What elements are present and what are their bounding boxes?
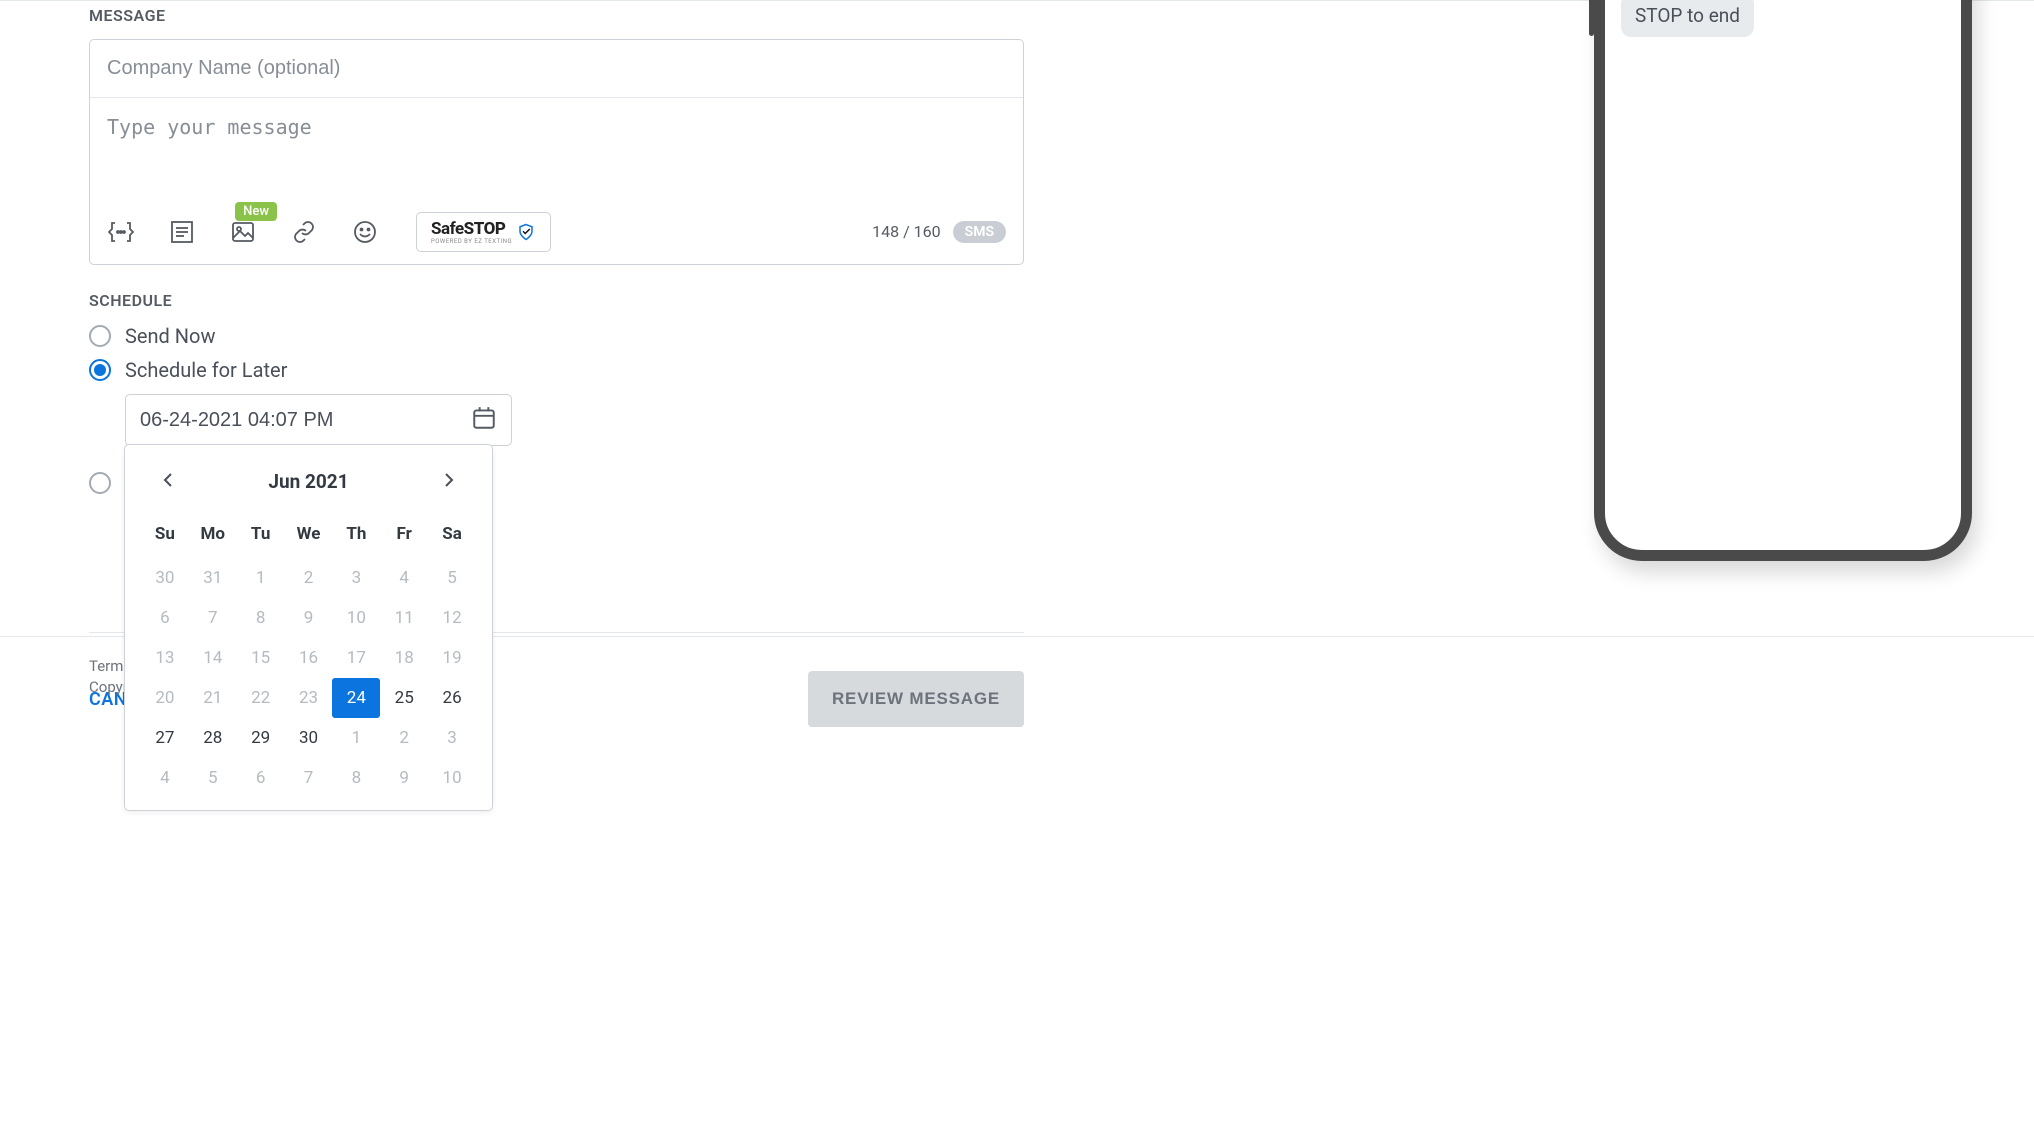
calendar-day[interactable]: 4 bbox=[141, 758, 189, 798]
calendar-day[interactable]: 23 bbox=[285, 678, 333, 718]
radio-send-now[interactable]: Send Now bbox=[89, 324, 1025, 348]
calendar-dow: Sa bbox=[428, 514, 476, 558]
calendar-day[interactable]: 15 bbox=[237, 638, 285, 678]
sms-type-pill: SMS bbox=[953, 221, 1006, 243]
calendar-day[interactable]: 20 bbox=[141, 678, 189, 718]
calendar-day[interactable]: 7 bbox=[189, 598, 237, 638]
calendar-day[interactable]: 29 bbox=[237, 718, 285, 758]
calendar-dow: Fr bbox=[380, 514, 428, 558]
calendar-day[interactable]: 13 bbox=[141, 638, 189, 678]
calendar-dow: Mo bbox=[189, 514, 237, 558]
calendar-day[interactable]: 16 bbox=[285, 638, 333, 678]
calendar-day[interactable]: 21 bbox=[189, 678, 237, 718]
calendar-day[interactable]: 10 bbox=[332, 598, 380, 638]
calendar-day[interactable]: 11 bbox=[380, 598, 428, 638]
calendar-dow: Su bbox=[141, 514, 189, 558]
radio-icon bbox=[89, 472, 111, 494]
calendar-day[interactable]: 8 bbox=[237, 598, 285, 638]
calendar-day[interactable]: 18 bbox=[380, 638, 428, 678]
message-editor: New SafeSTOP POWERED BY EZ TEXTING 148 /… bbox=[89, 39, 1024, 265]
calendar-day[interactable]: 24 bbox=[332, 678, 380, 718]
chevron-left-icon bbox=[163, 473, 173, 487]
calendar-dow: Tu bbox=[237, 514, 285, 558]
calendar-prev-month[interactable] bbox=[159, 467, 177, 496]
radio-icon bbox=[89, 325, 111, 347]
safestop-brand-2: STOP bbox=[464, 219, 506, 239]
calendar-day[interactable]: 30 bbox=[285, 718, 333, 758]
shield-check-icon bbox=[516, 223, 536, 241]
radio-schedule-later-label: Schedule for Later bbox=[125, 358, 287, 382]
schedule-datetime-field[interactable] bbox=[125, 394, 512, 446]
phone-mockup: STOP to end bbox=[1594, 0, 1972, 561]
calendar-day[interactable]: 7 bbox=[285, 758, 333, 798]
emoji-icon[interactable] bbox=[351, 218, 379, 246]
calendar-day[interactable]: 5 bbox=[428, 558, 476, 598]
new-badge: New bbox=[235, 202, 277, 221]
calendar-day[interactable]: 27 bbox=[141, 718, 189, 758]
link-icon[interactable] bbox=[290, 218, 318, 246]
calendar-day[interactable]: 6 bbox=[141, 598, 189, 638]
calendar-day[interactable]: 30 bbox=[141, 558, 189, 598]
calendar-day[interactable]: 22 bbox=[237, 678, 285, 718]
message-body-input[interactable] bbox=[90, 98, 1023, 208]
calendar-day[interactable]: 4 bbox=[380, 558, 428, 598]
safestop-powered-text: POWERED BY EZ TEXTING bbox=[431, 239, 512, 245]
calendar-day[interactable]: 8 bbox=[332, 758, 380, 798]
merge-field-icon[interactable] bbox=[107, 218, 135, 246]
template-icon[interactable] bbox=[168, 218, 196, 246]
review-message-button[interactable]: REVIEW MESSAGE bbox=[808, 671, 1024, 727]
date-picker-popover: Jun 2021 SuMoTuWeThFrSa30311234567891011… bbox=[124, 444, 493, 811]
message-toolbar: New SafeSTOP POWERED BY EZ TEXTING 148 /… bbox=[90, 212, 1023, 264]
calendar-day[interactable]: 28 bbox=[189, 718, 237, 758]
phone-preview-wrap: STOP to end bbox=[1532, 0, 2034, 561]
calendar-day[interactable]: 2 bbox=[380, 718, 428, 758]
calendar-day[interactable]: 19 bbox=[428, 638, 476, 678]
calendar-day[interactable]: 6 bbox=[237, 758, 285, 798]
company-name-input[interactable] bbox=[90, 40, 1023, 98]
radio-send-now-label: Send Now bbox=[125, 324, 215, 348]
schedule-section-label: SCHEDULE bbox=[89, 291, 1025, 310]
calendar-month-title: Jun 2021 bbox=[268, 470, 348, 493]
calendar-day[interactable]: 12 bbox=[428, 598, 476, 638]
calendar-next-month[interactable] bbox=[440, 467, 458, 496]
image-icon[interactable]: New bbox=[229, 218, 257, 246]
schedule-datetime-input[interactable] bbox=[140, 409, 471, 432]
calendar-day[interactable]: 25 bbox=[380, 678, 428, 718]
calendar-day[interactable]: 9 bbox=[285, 598, 333, 638]
calendar-day[interactable]: 1 bbox=[237, 558, 285, 598]
calendar-day[interactable]: 3 bbox=[428, 718, 476, 758]
radio-schedule-later[interactable]: Schedule for Later bbox=[89, 358, 1025, 382]
calendar-day[interactable]: 1 bbox=[332, 718, 380, 758]
calendar-dow: Th bbox=[332, 514, 380, 558]
safestop-button[interactable]: SafeSTOP POWERED BY EZ TEXTING bbox=[416, 212, 551, 252]
radio-icon-selected bbox=[89, 359, 111, 381]
calendar-icon[interactable] bbox=[471, 405, 497, 435]
calendar-day[interactable]: 14 bbox=[189, 638, 237, 678]
phone-preview-message: STOP to end bbox=[1621, 0, 1754, 37]
calendar-day[interactable]: 31 bbox=[189, 558, 237, 598]
calendar-day[interactable]: 5 bbox=[189, 758, 237, 798]
calendar-dow: We bbox=[285, 514, 333, 558]
message-section-label: MESSAGE bbox=[89, 6, 1025, 25]
character-count: 148 / 160 bbox=[872, 222, 941, 241]
calendar-day[interactable]: 2 bbox=[285, 558, 333, 598]
calendar-day[interactable]: 9 bbox=[380, 758, 428, 798]
calendar-day[interactable]: 10 bbox=[428, 758, 476, 798]
calendar-grid: SuMoTuWeThFrSa30311234567891011121314151… bbox=[141, 514, 476, 798]
chevron-right-icon bbox=[444, 473, 454, 487]
calendar-day[interactable]: 26 bbox=[428, 678, 476, 718]
calendar-day[interactable]: 3 bbox=[332, 558, 380, 598]
calendar-day[interactable]: 17 bbox=[332, 638, 380, 678]
safestop-brand-1: Safe bbox=[431, 219, 464, 239]
